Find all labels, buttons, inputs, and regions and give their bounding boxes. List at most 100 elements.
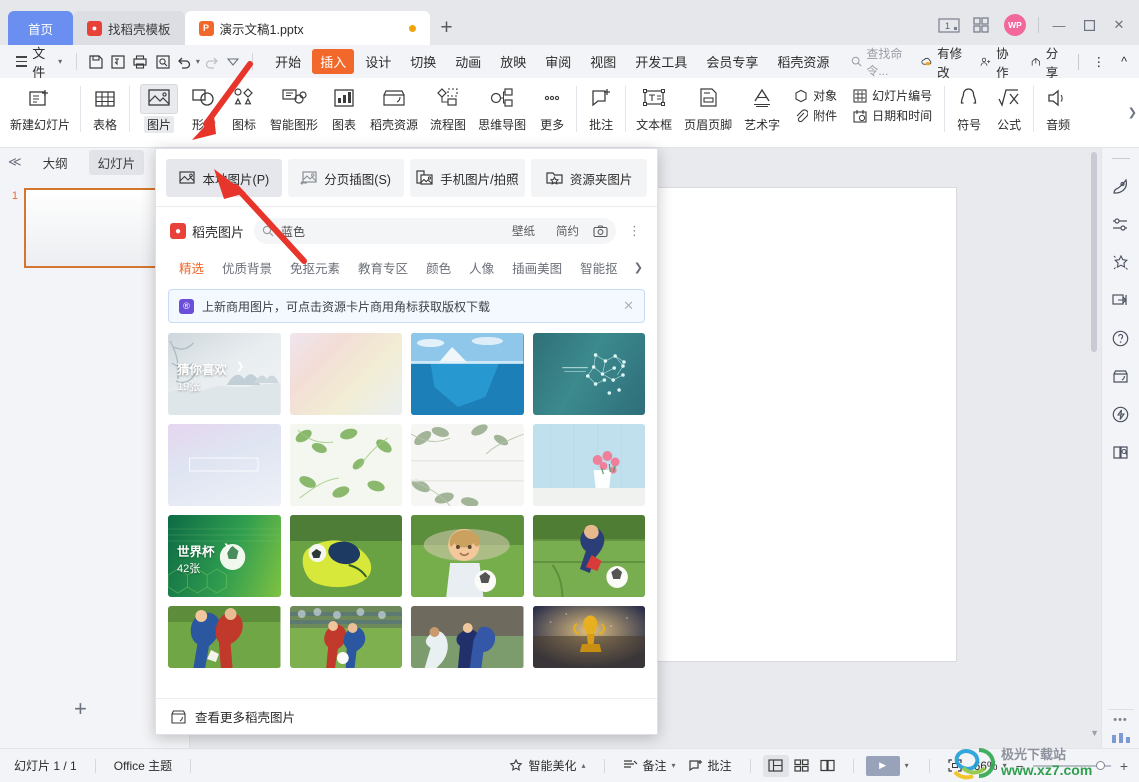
tab-start[interactable]: 开始 [267,49,309,74]
camera-icon[interactable] [593,224,608,238]
settings-sliders-icon[interactable] [1106,205,1136,243]
add-slide-button[interactable]: + [74,696,87,722]
category-education[interactable]: 教育专区 [349,256,417,279]
datetime-button[interactable]: 日期和时间 [849,106,936,125]
flowchart-button[interactable]: 流程图 [424,82,472,135]
tab-slides[interactable]: 幻灯片 [88,149,145,175]
redo-icon[interactable] [200,50,222,74]
tab-animation[interactable]: 动画 [447,49,489,74]
category-color[interactable]: 颜色 [417,256,460,279]
lightning-shield-icon[interactable] [1106,395,1136,433]
close-button[interactable]: ✕ [1105,12,1133,38]
comment-button[interactable]: 批注 [682,755,738,776]
picture-card[interactable] [411,606,524,668]
picture-card[interactable] [289,515,402,597]
collaborate-button[interactable]: 协作 [974,41,1020,83]
picture-card[interactable] [532,606,645,668]
search-input[interactable]: 蓝色 [281,223,498,240]
picture-search-box[interactable]: 蓝色 壁纸 简约 [254,218,616,244]
table-button[interactable]: 表格 [85,82,125,135]
shapes-button[interactable]: 形状 [184,82,224,135]
chart-button[interactable]: 图表 [324,82,364,135]
book-search-icon[interactable] [1106,433,1136,471]
picture-card[interactable] [532,515,645,597]
more-insert-button[interactable]: 更多 [532,82,572,135]
picture-card[interactable] [532,333,645,415]
picture-button[interactable]: 图片 [134,82,184,135]
help-circle-icon[interactable] [1106,319,1136,357]
picture-card-collection[interactable]: 猜你喜欢 ❯ 19张 [168,333,281,415]
share-button[interactable]: 分享 [1024,41,1070,83]
phone-picture-option[interactable]: 手机图片/拍照 [409,159,526,197]
comment-button[interactable]: 批注 [581,82,621,135]
play-slideshow-button[interactable]: ▶ [865,755,900,776]
command-search[interactable]: 查找命令... [851,45,915,79]
magic-star-icon[interactable] [1106,243,1136,281]
chevron-up-icon[interactable]: ^ [1115,53,1133,71]
paged-picture-option[interactable]: 分页插图(S) [287,159,404,197]
chevron-up-icon[interactable]: ▴ [582,761,586,770]
play-options-icon[interactable]: ▾ [905,761,909,770]
picture-card[interactable] [168,606,281,668]
reading-view-icon[interactable] [815,755,841,777]
picture-card[interactable] [289,333,402,415]
object-button[interactable]: 对象 [790,86,841,105]
mindmap-button[interactable]: 思维导图 [472,82,532,135]
thumbnail-preview[interactable] [24,188,164,268]
category-smart[interactable]: 智能抠 [571,256,627,279]
theme-name[interactable]: Office 主题 [108,755,178,776]
header-footer-button[interactable]: 页眉页脚 [678,82,738,135]
page-indicator-icon[interactable]: 1 [934,11,964,39]
ribbon-expand-icon[interactable]: ❯ [1128,106,1137,119]
attachment-button[interactable]: 附件 [790,106,841,125]
tab-review[interactable]: 审阅 [537,49,579,74]
smartart-button[interactable]: 智能图形 [264,82,324,135]
more-vertical-icon[interactable]: ⋮ [1087,52,1112,71]
symbol-button[interactable]: 符号 [949,82,989,135]
save-icon[interactable] [85,50,107,74]
new-slide-button[interactable]: 新建幻灯片 [4,82,76,135]
docer-shop-icon[interactable] [1106,357,1136,395]
search-chip-wallpaper[interactable]: 壁纸 [505,221,542,241]
tab-design[interactable]: 设计 [357,49,399,74]
category-illustration[interactable]: 插画美图 [503,256,571,279]
file-menu-button[interactable]: 文件 ▾ [10,43,68,81]
tab-insert[interactable]: 插入 [312,49,355,74]
tab-slideshow[interactable]: 放映 [492,49,534,74]
new-tab-button[interactable]: + [430,11,464,45]
rocket-icon[interactable] [1106,167,1136,205]
category-quality-bg[interactable]: 优质背景 [213,256,281,279]
scrollbar-thumb[interactable] [1091,152,1097,352]
folder-picture-option[interactable]: 资源夹图片 [531,159,647,197]
smart-beautify-button[interactable]: 智能美化 ▴ [503,755,591,776]
zoom-out-button[interactable]: − [1013,758,1027,774]
tab-document[interactable]: P 演示文稿1.pptx [184,11,430,45]
docer-resource-button[interactable]: 稻壳资源 [364,82,424,135]
chevron-down-icon[interactable]: ▾ [672,761,676,770]
picture-card-collection[interactable]: 世界杯 ❯ 42张 [168,515,281,597]
tab-transition[interactable]: 切换 [402,49,444,74]
slide-sorter-icon[interactable] [789,755,815,777]
undo-icon[interactable] [174,50,196,74]
tab-docer[interactable]: 稻壳资源 [769,49,837,74]
picture-card[interactable] [532,424,645,506]
print-icon[interactable] [129,50,151,74]
search-chip-simple[interactable]: 简约 [549,221,586,241]
wordart-button[interactable]: 艺术字 [738,82,786,135]
chevron-down-icon[interactable]: ▾ [1003,761,1007,770]
minimize-button[interactable]: — [1045,12,1073,38]
picture-card[interactable] [168,424,281,506]
double-chevron-left-icon[interactable]: ≪ [8,154,22,170]
maximize-button[interactable] [1075,12,1103,38]
zoom-level[interactable]: 66% ▾ [968,757,1013,775]
slide-number-button[interactable]: 幻灯片编号 [849,86,936,105]
categories-next-icon[interactable]: ❯ [634,261,643,274]
vertical-scrollbar[interactable] [1089,152,1099,726]
picture-card[interactable] [289,606,402,668]
picture-card[interactable] [289,424,402,506]
print-preview-icon[interactable] [152,50,174,74]
close-icon[interactable]: ✕ [623,298,634,314]
tab-find-template[interactable]: ● 找稻壳模板 [73,11,185,45]
zoom-in-button[interactable]: + [1117,758,1131,774]
tab-developer[interactable]: 开发工具 [627,49,695,74]
